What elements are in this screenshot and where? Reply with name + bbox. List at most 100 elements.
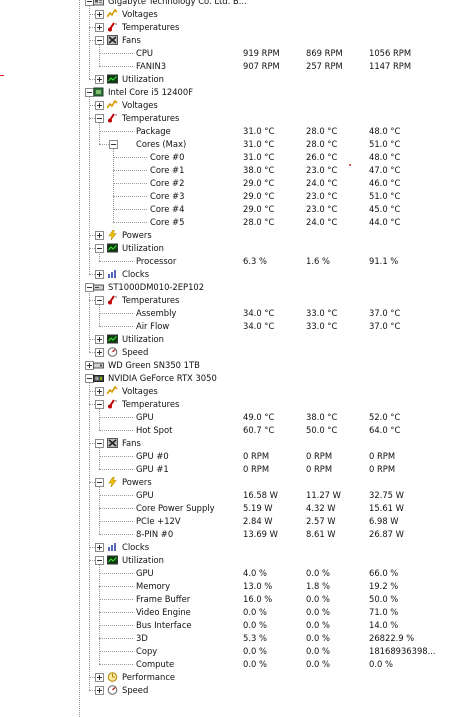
reading-value: 29.0 °C	[243, 178, 275, 188]
sensor-row[interactable]: Bus Interface 0.0 % 0.0 % 14.0 %	[0, 619, 474, 632]
sensor-row[interactable]: GPU 49.0 °C 38.0 °C 52.0 °C	[0, 411, 474, 424]
expand-toggle[interactable]	[95, 23, 104, 32]
node-label: Temperatures	[122, 399, 180, 409]
tree-node[interactable]: Speed	[0, 684, 474, 697]
reading-value: 13.69 W	[243, 529, 278, 539]
collapse-toggle[interactable]	[95, 439, 104, 448]
sensor-row[interactable]: GPU 16.58 W 11.27 W 32.75 W	[0, 489, 474, 502]
sensor-row[interactable]: Core #1 38.0 °C 23.0 °C 47.0 °C	[0, 164, 474, 177]
sensor-row[interactable]: PCIe +12V 2.84 W 2.57 W 6.98 W	[0, 515, 474, 528]
expand-toggle[interactable]	[95, 231, 104, 240]
tree-node[interactable]: Temperatures	[0, 398, 474, 411]
expand-toggle[interactable]	[95, 543, 104, 552]
collapse-toggle[interactable]	[95, 114, 104, 123]
sensor-row[interactable]: Core #2 29.0 °C 24.0 °C 46.0 °C	[0, 177, 474, 190]
reading-min: 0 RPM	[306, 464, 333, 474]
collapse-toggle[interactable]	[95, 556, 104, 565]
reading-min: 0.0 %	[306, 594, 330, 604]
reading-min: 0.0 %	[306, 607, 330, 617]
reading-max: 46.0 °C	[369, 178, 401, 188]
node-label: Speed	[122, 685, 149, 695]
tree-node[interactable]: Temperatures	[0, 294, 474, 307]
tree-node[interactable]: Temperatures	[0, 112, 474, 125]
tree-node[interactable]: Gigabyte Technology Co. Ltd. B...	[0, 0, 474, 8]
collapse-toggle[interactable]	[95, 244, 104, 253]
sensor-row[interactable]: Memory 13.0 % 1.8 % 19.2 %	[0, 580, 474, 593]
red-tick-mark	[0, 75, 4, 76]
reading-max: 64.0 °C	[369, 425, 401, 435]
sensor-row[interactable]: Compute 0.0 % 0.0 % 0.0 %	[0, 658, 474, 671]
expand-toggle[interactable]	[95, 335, 104, 344]
expand-toggle[interactable]	[95, 686, 104, 695]
node-label: Cores (Max)	[136, 139, 187, 149]
tree-node[interactable]: Utilization	[0, 242, 474, 255]
thermometer-icon	[108, 22, 117, 32]
sensor-row[interactable]: Package 31.0 °C 28.0 °C 48.0 °C	[0, 125, 474, 138]
sensor-row[interactable]: Copy 0.0 % 0.0 % 18168936398...	[0, 645, 474, 658]
tree-node[interactable]: Utilization	[0, 554, 474, 567]
reading-min: 23.0 °C	[306, 191, 338, 201]
reading-min: 33.0 °C	[306, 308, 338, 318]
reading-min: 0.0 %	[306, 633, 330, 643]
sensor-row[interactable]: GPU 4.0 % 0.0 % 66.0 %	[0, 567, 474, 580]
sensor-row[interactable]: Core #0 31.0 °C 26.0 °C 48.0 °C	[0, 151, 474, 164]
tree-node[interactable]: Utilization	[0, 73, 474, 86]
sensor-row[interactable]: Processor 6.3 % 1.6 % 91.1 %	[0, 255, 474, 268]
collapse-toggle[interactable]	[109, 140, 118, 149]
tree-node[interactable]: Performance	[0, 671, 474, 684]
tree-node[interactable]: Intel Core i5 12400F	[0, 86, 474, 99]
tree-node[interactable]: Powers	[0, 229, 474, 242]
collapse-toggle[interactable]	[95, 296, 104, 305]
tree-node[interactable]: Voltages	[0, 99, 474, 112]
sensor-row[interactable]: FANIN3 907 RPM 257 RPM 1147 RPM	[0, 60, 474, 73]
tree-node[interactable]: Powers	[0, 476, 474, 489]
sensor-row[interactable]: 8-PIN #0 13.69 W 8.61 W 26.87 W	[0, 528, 474, 541]
tree-node[interactable]: ST1000DM010-2EP102	[0, 281, 474, 294]
tree-node[interactable]: Utilization	[0, 333, 474, 346]
expand-toggle[interactable]	[95, 348, 104, 357]
sensor-row[interactable]: Core #3 29.0 °C 23.0 °C 51.0 °C	[0, 190, 474, 203]
expand-toggle[interactable]	[95, 387, 104, 396]
tree-node[interactable]: Fans	[0, 437, 474, 450]
node-label: Package	[136, 126, 171, 136]
collapse-toggle[interactable]	[95, 36, 104, 45]
sensor-row[interactable]: Core Power Supply 5.19 W 4.32 W 15.61 W	[0, 502, 474, 515]
sensor-row[interactable]: Video Engine 0.0 % 0.0 % 71.0 %	[0, 606, 474, 619]
tree-node[interactable]: Temperatures	[0, 21, 474, 34]
expand-toggle[interactable]	[95, 10, 104, 19]
sensor-row[interactable]: Core #4 29.0 °C 23.0 °C 45.0 °C	[0, 203, 474, 216]
reading-max: 1056 RPM	[369, 48, 412, 58]
tree-node[interactable]: Speed	[0, 346, 474, 359]
tree-node[interactable]: Fans	[0, 34, 474, 47]
tree-node[interactable]: Clocks	[0, 268, 474, 281]
sensor-row[interactable]: Frame Buffer 16.0 % 0.0 % 50.0 %	[0, 593, 474, 606]
reading-max: 51.0 °C	[369, 139, 401, 149]
reading-max: 14.0 %	[369, 620, 399, 630]
tree-node[interactable]: WD Green SN350 1TB	[0, 359, 474, 372]
sensor-row[interactable]: GPU #0 0 RPM 0 RPM 0 RPM	[0, 450, 474, 463]
reading-value: 49.0 °C	[243, 412, 275, 422]
sensor-row[interactable]: Cores (Max) 31.0 °C 28.0 °C 51.0 °C	[0, 138, 474, 151]
sensor-row[interactable]: Assembly 34.0 °C 33.0 °C 37.0 °C	[0, 307, 474, 320]
node-label: Voltages	[122, 386, 158, 396]
sensor-row[interactable]: 3D 5.3 % 0.0 % 26822.9 %	[0, 632, 474, 645]
node-label: Clocks	[122, 269, 150, 279]
tree-node[interactable]: Voltages	[0, 8, 474, 21]
expand-toggle[interactable]	[95, 673, 104, 682]
tree-node[interactable]: NVIDIA GeForce RTX 3050	[0, 372, 474, 385]
sensor-row[interactable]: Hot Spot 60.7 °C 50.0 °C 64.0 °C	[0, 424, 474, 437]
node-label: Temperatures	[122, 295, 180, 305]
sensor-row[interactable]: Air Flow 34.0 °C 33.0 °C 37.0 °C	[0, 320, 474, 333]
expand-toggle[interactable]	[95, 75, 104, 84]
sensor-row[interactable]: Core #5 28.0 °C 24.0 °C 44.0 °C	[0, 216, 474, 229]
node-label: Fans	[122, 438, 141, 448]
expand-toggle[interactable]	[95, 101, 104, 110]
reading-max: 37.0 °C	[369, 308, 401, 318]
collapse-toggle[interactable]	[95, 478, 104, 487]
collapse-toggle[interactable]	[95, 400, 104, 409]
sensor-row[interactable]: GPU #1 0 RPM 0 RPM 0 RPM	[0, 463, 474, 476]
tree-node[interactable]: Clocks	[0, 541, 474, 554]
expand-toggle[interactable]	[95, 270, 104, 279]
tree-node[interactable]: Voltages	[0, 385, 474, 398]
sensor-row[interactable]: CPU 919 RPM 869 RPM 1056 RPM	[0, 47, 474, 60]
